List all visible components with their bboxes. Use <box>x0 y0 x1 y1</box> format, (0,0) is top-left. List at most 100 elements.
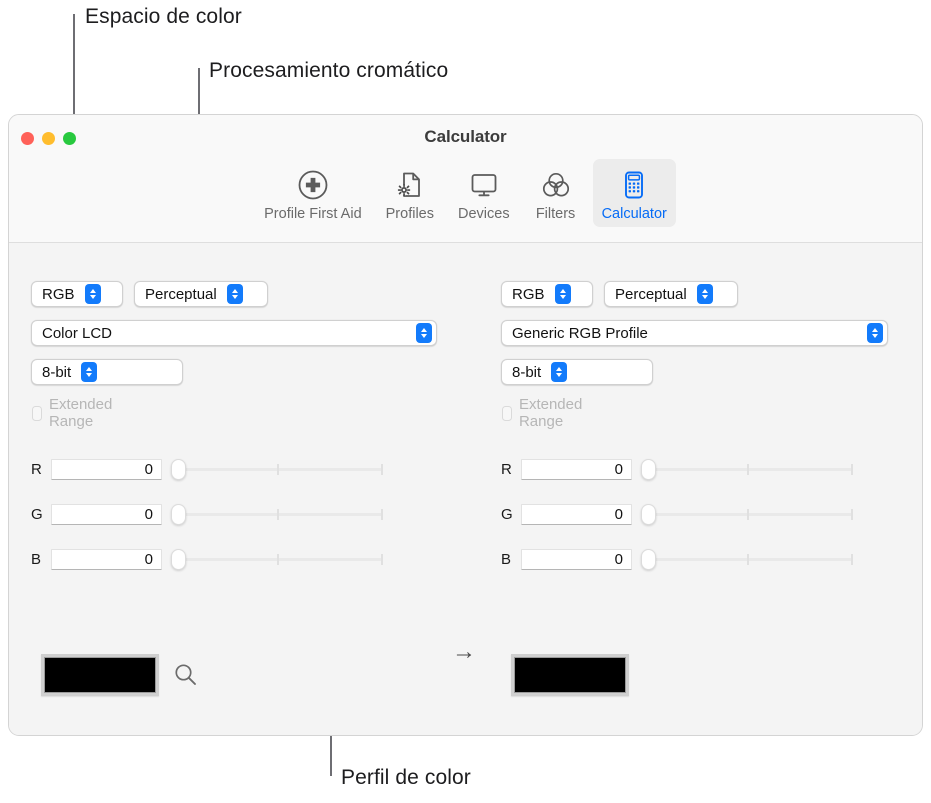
source-b-input[interactable]: 0 <box>51 548 162 570</box>
source-channel-sliders: R 0 G 0 B 0 <box>31 458 383 570</box>
calculator-icon <box>617 165 651 205</box>
toolbar-item-profiles[interactable]: Profiles <box>377 159 443 227</box>
toolbar-item-filters[interactable]: Filters <box>525 159 587 227</box>
chevron-updown-icon <box>84 284 101 304</box>
target-g-slider[interactable] <box>641 503 853 525</box>
target-color-space-popup[interactable]: RGB <box>501 281 593 307</box>
channel-label: R <box>31 460 42 478</box>
target-channel-row-g: G 0 <box>501 503 853 525</box>
channel-label: B <box>31 550 42 568</box>
target-r-slider[interactable] <box>641 458 853 480</box>
slider-track <box>648 558 853 561</box>
chevron-updown-icon <box>551 362 568 382</box>
toolbar-item-calculator[interactable]: Calculator <box>592 159 676 227</box>
channel-label: G <box>501 505 513 523</box>
chevron-updown-icon <box>416 323 432 343</box>
target-b-input[interactable]: 0 <box>521 548 632 570</box>
source-swatch-group <box>41 654 199 696</box>
toolbar-item-label: Profile First Aid <box>264 206 362 222</box>
conversion-arrow-icon: → <box>452 638 476 665</box>
screenshot-root: Espacio de color Procesamiento cromático… <box>0 0 931 803</box>
slider-tick-mid <box>277 554 279 565</box>
source-g-slider[interactable] <box>171 503 383 525</box>
source-rendering-intent-popup[interactable]: Perceptual <box>134 281 268 307</box>
channel-label: G <box>31 505 43 523</box>
target-b-slider[interactable] <box>641 548 853 570</box>
target-channel-row-r: R 0 <box>501 458 853 480</box>
slider-tick-max <box>851 464 853 475</box>
target-color-swatch[interactable] <box>511 654 629 696</box>
source-r-slider[interactable] <box>171 458 383 480</box>
toolbar: Profile First Aid Profiles Devices Filte… <box>9 159 922 227</box>
target-swatch-group <box>511 654 629 696</box>
slider-knob[interactable] <box>641 504 656 525</box>
calculator-window: Calculator Profile First Aid Profiles De… <box>8 114 923 736</box>
window-title: Calculator <box>424 127 507 146</box>
checkbox-box <box>32 405 42 421</box>
slider-track <box>178 513 383 516</box>
source-channel-row-g: G 0 <box>31 503 383 525</box>
chevron-updown-icon <box>554 284 571 304</box>
source-color-space-popup[interactable]: RGB <box>31 281 123 307</box>
target-rendering-intent-popup[interactable]: Perceptual <box>604 281 738 307</box>
slider-knob[interactable] <box>641 459 656 480</box>
slider-tick-max <box>381 464 383 475</box>
profile-first-aid-icon <box>296 165 330 205</box>
slider-tick-mid <box>277 509 279 520</box>
source-color-swatch[interactable] <box>41 654 159 696</box>
toolbar-item-devices[interactable]: Devices <box>449 159 519 227</box>
slider-tick-mid <box>747 554 749 565</box>
toolbar-item-profile-first-aid[interactable]: Profile First Aid <box>255 159 371 227</box>
target-r-input[interactable]: 0 <box>521 458 632 480</box>
source-channel-row-b: B 0 <box>31 548 383 570</box>
profiles-icon <box>393 165 427 205</box>
magnifier-icon[interactable] <box>173 662 199 688</box>
slider-track <box>178 558 383 561</box>
source-extended-range-label: Extended Range <box>48 396 113 430</box>
slider-tick-max <box>851 509 853 520</box>
channel-label: R <box>501 460 512 478</box>
target-extended-range-label: Extended Range <box>518 396 583 430</box>
target-channel-row-b: B 0 <box>501 548 853 570</box>
source-bit-depth-popup[interactable]: 8-bit <box>31 359 183 385</box>
slider-track <box>178 468 383 471</box>
slider-tick-mid <box>277 464 279 475</box>
toolbar-item-label: Filters <box>535 206 576 222</box>
chevron-updown-icon <box>226 284 243 304</box>
slider-tick-max <box>851 554 853 565</box>
chevron-updown-icon <box>696 284 713 304</box>
toolbar-item-label: Devices <box>458 206 510 222</box>
target-extended-range-checkbox[interactable]: Extended Range <box>502 396 587 430</box>
chevron-updown-icon <box>81 362 98 382</box>
window-titlebar: Calculator Profile First Aid Profiles De… <box>9 115 922 243</box>
slider-tick-max <box>381 509 383 520</box>
toolbar-item-label: Profiles <box>385 206 434 222</box>
callout-label-espacio-de-color: Espacio de color <box>85 5 242 28</box>
checkbox-box <box>502 405 512 421</box>
slider-track <box>648 513 853 516</box>
slider-tick-max <box>381 554 383 565</box>
channel-label: B <box>501 550 512 568</box>
target-bit-depth-popup[interactable]: 8-bit <box>501 359 653 385</box>
slider-knob[interactable] <box>171 459 186 480</box>
source-r-input[interactable]: 0 <box>51 458 162 480</box>
toolbar-item-label: Calculator <box>601 206 667 222</box>
chevron-updown-icon <box>867 323 883 343</box>
source-profile-popup[interactable]: Color LCD <box>31 320 437 346</box>
slider-tick-mid <box>747 464 749 475</box>
slider-knob[interactable] <box>641 549 656 570</box>
calculator-content: RGB Perceptual Color LCD 8-bit Extended … <box>9 243 922 735</box>
source-g-input[interactable]: 0 <box>51 503 162 525</box>
filters-icon <box>539 165 573 205</box>
slider-knob[interactable] <box>171 504 186 525</box>
source-extended-range-checkbox[interactable]: Extended Range <box>32 396 117 430</box>
source-b-slider[interactable] <box>171 548 383 570</box>
callout-label-procesamiento-cromatico: Procesamiento cromático <box>209 59 449 82</box>
target-g-input[interactable]: 0 <box>521 503 632 525</box>
slider-knob[interactable] <box>171 549 186 570</box>
callout-label-perfil-de-color: Perfil de color <box>341 766 471 789</box>
devices-icon <box>467 165 501 205</box>
target-profile-popup[interactable]: Generic RGB Profile <box>501 320 888 346</box>
source-channel-row-r: R 0 <box>31 458 383 480</box>
slider-track <box>648 468 853 471</box>
